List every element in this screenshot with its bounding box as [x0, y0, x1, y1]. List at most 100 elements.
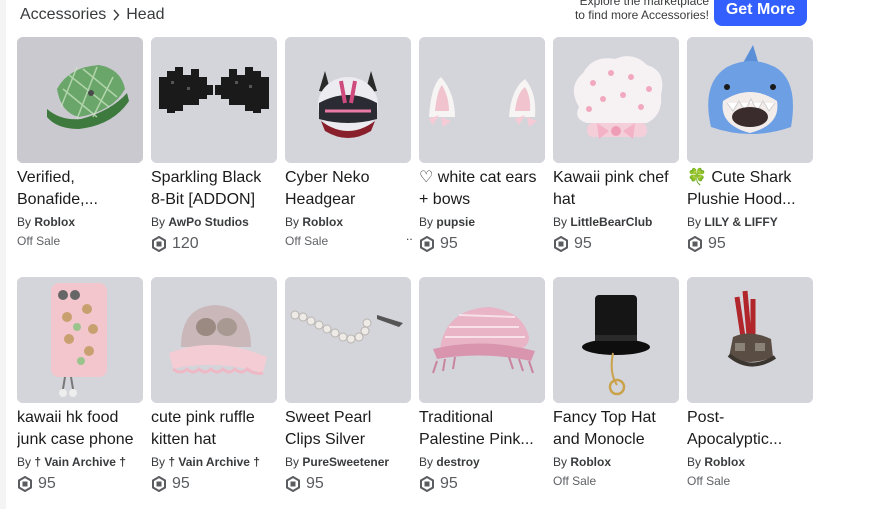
item-card[interactable]: ♡ white cat ears + bows By pupsie 95 [419, 37, 545, 277]
item-thumbnail[interactable] [285, 37, 411, 163]
item-card[interactable]: Cyber Neko Headgear By Roblox Off Sale .… [285, 37, 413, 277]
creator-link[interactable]: PureSweetener [302, 455, 389, 469]
item-creator: By pupsie [419, 215, 545, 229]
creator-link[interactable]: Roblox [34, 215, 75, 229]
item-name[interactable]: 🍀 Cute Shark Plushie Hood... [687, 167, 813, 211]
pink-keffiyeh-image [419, 277, 545, 403]
by-label: By [151, 455, 166, 469]
item-thumbnail[interactable] [151, 277, 277, 403]
pink-chef-hat-image [553, 37, 679, 163]
by-label: By [285, 215, 300, 229]
by-label: By [419, 215, 434, 229]
robux-icon [151, 475, 167, 493]
price-value: 95 [306, 475, 324, 492]
item-thumbnail[interactable] [285, 277, 411, 403]
green-cap-image [17, 37, 143, 163]
top-hat-image [553, 277, 679, 403]
item-thumbnail[interactable] [17, 37, 143, 163]
ruffle-kitten-hat-image [151, 277, 277, 403]
price-value: 120 [172, 235, 199, 252]
item-name[interactable]: Verified, Bonafide,... [17, 167, 143, 211]
creator-link[interactable]: LittleBearClub [570, 215, 652, 229]
item-creator: By Roblox [553, 455, 679, 469]
creator-link[interactable]: † Vain Archive † [34, 455, 126, 469]
price-value: 95 [38, 475, 56, 492]
item-name[interactable]: Sweet Pearl Clips Silver [285, 407, 411, 451]
creator-link[interactable]: LILY & LIFFY [704, 215, 777, 229]
item-thumbnail[interactable] [687, 277, 813, 403]
item-card[interactable]: 🍀 Cute Shark Plushie Hood... By LILY & L… [687, 37, 813, 277]
breadcrumb-accessories-link[interactable]: Accessories [20, 6, 106, 24]
item-creator: By LittleBearClub [553, 215, 679, 229]
creator-link[interactable]: AwPo Studios [168, 215, 248, 229]
robux-icon [553, 235, 569, 253]
promo-line-2: to find more Accessories! [574, 8, 709, 22]
item-name[interactable]: ♡ white cat ears + bows [419, 167, 545, 211]
promo-text: Explore the marketplace to find more Acc… [575, 0, 709, 22]
item-card[interactable]: Post-Apocalyptic... By Roblox Off Sale [687, 277, 813, 509]
overflow-dots: .. [406, 229, 413, 243]
item-name[interactable]: Sparkling Black 8-Bit [ADDON] [151, 167, 277, 211]
item-card[interactable]: Verified, Bonafide,... By Roblox Off Sal… [17, 37, 143, 277]
creator-link[interactable]: pupsie [436, 215, 475, 229]
item-thumbnail[interactable] [419, 277, 545, 403]
item-creator: By LILY & LIFFY [687, 215, 813, 229]
item-thumbnail[interactable] [151, 37, 277, 163]
item-price: 95 [151, 475, 277, 493]
item-card[interactable]: Fancy Top Hat and Monocle By Roblox Off … [553, 277, 679, 509]
get-more-button[interactable]: Get More [714, 0, 807, 26]
by-label: By [17, 455, 32, 469]
item-thumbnail[interactable] [17, 277, 143, 403]
by-label: By [687, 455, 702, 469]
pearl-clips-image [285, 277, 411, 403]
phone-case-image [17, 277, 143, 403]
item-card[interactable]: Kawaii pink chef hat By LittleBearClub 9… [553, 37, 679, 277]
item-card[interactable]: cute pink ruffle kitten hat By † Vain Ar… [151, 277, 277, 509]
creator-link[interactable]: destroy [436, 455, 479, 469]
item-thumbnail[interactable] [553, 37, 679, 163]
item-name[interactable]: Fancy Top Hat and Monocle [553, 407, 679, 451]
item-name[interactable]: Traditional Palestine Pink... [419, 407, 545, 451]
item-creator: By † Vain Archive † [151, 455, 277, 469]
item-creator: By Roblox [17, 215, 143, 229]
by-label: By [285, 455, 300, 469]
item-card[interactable]: kawaii hk food junk case phone By † Vain… [17, 277, 143, 509]
creator-link[interactable]: Roblox [570, 455, 611, 469]
item-card[interactable]: Traditional Palestine Pink... By destroy… [419, 277, 545, 509]
price-value: 95 [708, 235, 726, 252]
off-sale-label: Off Sale [553, 474, 597, 488]
by-label: By [687, 215, 702, 229]
robux-icon [687, 235, 703, 253]
item-price: 95 [687, 235, 813, 253]
robux-icon [151, 235, 167, 253]
item-card[interactable]: Sweet Pearl Clips Silver By PureSweetene… [285, 277, 411, 509]
by-label: By [553, 215, 568, 229]
breadcrumb: Accessories Head [20, 6, 165, 24]
item-thumbnail[interactable] [687, 37, 813, 163]
black-8bit-image [151, 37, 277, 163]
item-name[interactable]: cute pink ruffle kitten hat [151, 407, 277, 451]
creator-link[interactable]: Roblox [704, 455, 745, 469]
breadcrumb-current: Head [126, 6, 165, 23]
off-sale-label: Off Sale [687, 474, 731, 488]
item-card[interactable]: Sparkling Black 8-Bit [ADDON] By AwPo St… [151, 37, 277, 277]
white-cat-ears-image [419, 37, 545, 163]
off-sale-label: Off Sale [17, 234, 61, 248]
item-grid: Verified, Bonafide,... By Roblox Off Sal… [17, 37, 813, 509]
item-name[interactable]: Cyber Neko Headgear [285, 167, 411, 211]
item-creator: By Roblox [285, 215, 411, 229]
chevron-right-icon [112, 9, 120, 21]
price-value: 95 [172, 475, 190, 492]
item-price: 95 [419, 475, 545, 493]
item-thumbnail[interactable] [553, 277, 679, 403]
item-price: 95 [17, 475, 143, 493]
item-price: 95 [285, 475, 411, 493]
item-name[interactable]: Post-Apocalyptic... [687, 407, 813, 451]
creator-link[interactable]: Roblox [302, 215, 343, 229]
item-name[interactable]: Kawaii pink chef hat [553, 167, 679, 211]
item-name[interactable]: kawaii hk food junk case phone [17, 407, 143, 451]
item-price: 120 [151, 235, 277, 253]
item-thumbnail[interactable] [419, 37, 545, 163]
creator-link[interactable]: † Vain Archive † [168, 455, 260, 469]
price-value: 95 [440, 235, 458, 252]
